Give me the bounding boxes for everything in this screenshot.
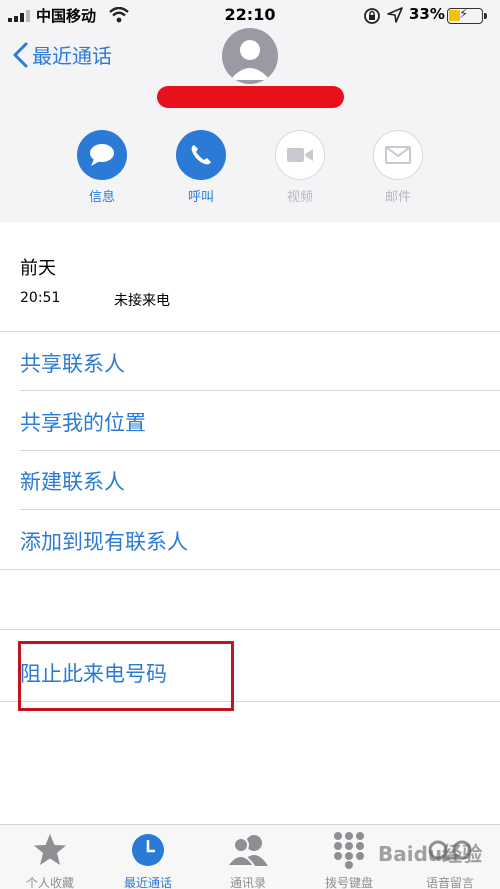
star-icon [5, 831, 95, 869]
divider [20, 450, 500, 451]
tab-label: 通讯录 [229, 876, 266, 889]
share-contact-button[interactable]: 共享联系人 [20, 348, 125, 378]
highlight-box [18, 641, 234, 711]
message-label: 信息 [88, 190, 115, 205]
battery-percentage: 33% [409, 5, 445, 23]
back-button[interactable]: 最近通话 [10, 40, 112, 69]
chevron-left-icon [13, 42, 28, 67]
redacted-phone-number [157, 86, 344, 108]
video-button[interactable]: 视频 [270, 130, 330, 205]
call-day: 前天 [20, 258, 56, 279]
new-contact-button[interactable]: 新建联系人 [20, 466, 125, 496]
contacts-icon [203, 831, 293, 869]
tab-label: 最近通话 [123, 876, 172, 889]
call-label: 呼叫 [187, 190, 214, 205]
tab-recents[interactable]: 最近通话 [103, 831, 193, 889]
call-time: 20:51 [20, 290, 61, 306]
add-to-existing-contact-button[interactable]: 添加到现有联系人 [20, 526, 188, 556]
phone-icon [176, 130, 226, 180]
video-label: 视频 [286, 190, 313, 205]
contact-avatar [222, 28, 278, 84]
tab-favorites[interactable]: 个人收藏 [5, 831, 95, 889]
tab-contacts[interactable]: 通讯录 [203, 831, 293, 889]
tab-label: 语音留言 [425, 876, 474, 889]
status-bar: 中国移动 22:10 33% ⚡ [0, 0, 500, 30]
divider [20, 390, 500, 391]
mail-label: 邮件 [384, 190, 411, 205]
tab-label: 拨号键盘 [324, 876, 373, 889]
divider [0, 569, 500, 570]
message-button[interactable]: 信息 [72, 130, 132, 205]
divider [20, 509, 500, 510]
clock-icon [103, 831, 193, 869]
call-type: 未接来电 [114, 293, 170, 309]
back-label: 最近通话 [32, 44, 112, 68]
tab-label: 个人收藏 [25, 876, 74, 889]
location-icon [387, 7, 403, 23]
call-button[interactable]: 呼叫 [171, 130, 231, 205]
divider [0, 629, 500, 630]
message-icon [77, 130, 127, 180]
video-icon [275, 130, 325, 180]
person-icon [230, 40, 270, 80]
share-location-button[interactable]: 共享我的位置 [20, 407, 146, 437]
divider [0, 331, 500, 332]
rotation-lock-icon [364, 8, 380, 24]
watermark: Baidu经验 [378, 842, 483, 866]
battery-icon: ⚡ [447, 7, 487, 24]
mail-button[interactable]: 邮件 [368, 130, 428, 205]
mail-icon [373, 130, 423, 180]
